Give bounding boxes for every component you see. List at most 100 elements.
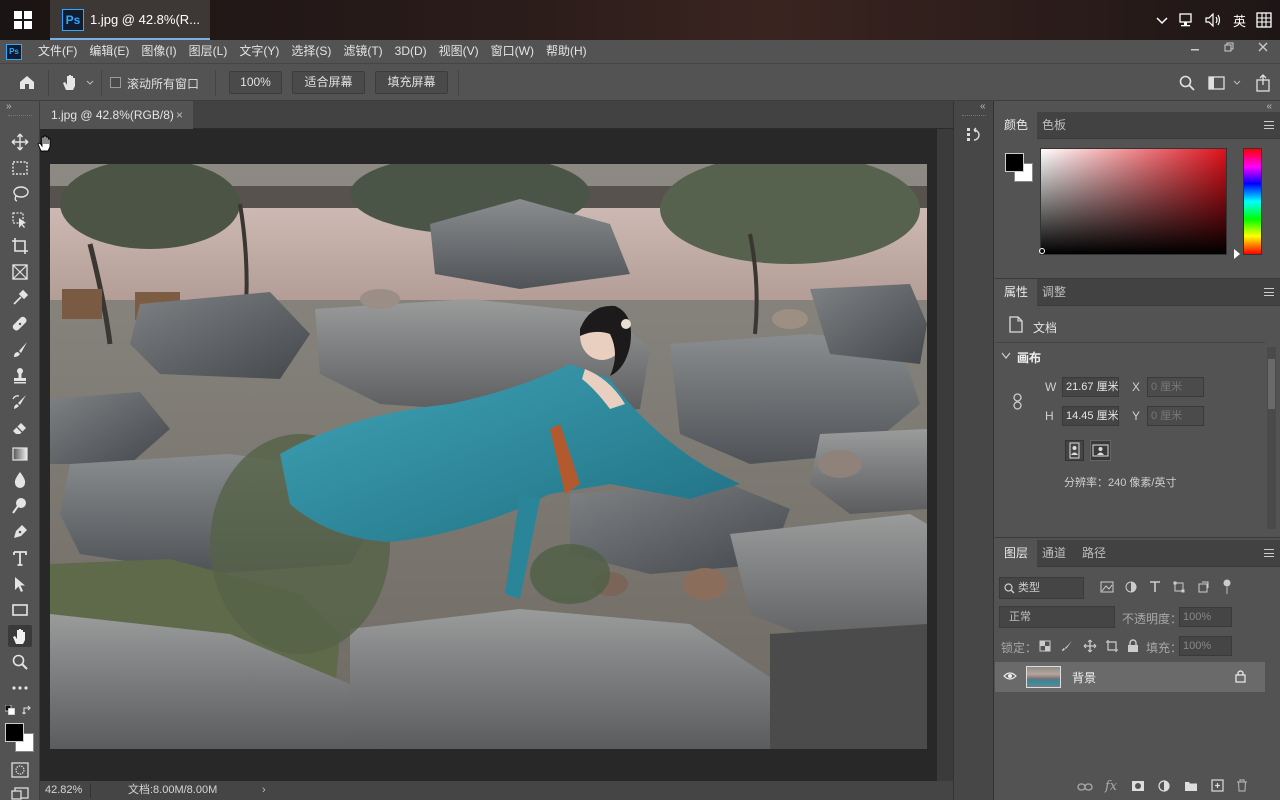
scroll-all-windows-checkbox[interactable] (110, 77, 121, 88)
toolbar-collapse-icon[interactable]: » (6, 101, 12, 112)
type-tool[interactable] (8, 547, 32, 569)
fx-icon[interactable]: fx (1105, 779, 1117, 794)
menu-layer[interactable]: 图层(L) (183, 40, 234, 63)
hue-slider-handle-icon[interactable] (1234, 249, 1242, 259)
pen-tool[interactable] (8, 521, 32, 543)
menu-file[interactable]: 文件(F) (32, 40, 83, 63)
tab-paths[interactable]: 路径 (1073, 540, 1115, 567)
path-select-tool[interactable] (8, 573, 32, 595)
healing-brush-tool[interactable] (8, 313, 32, 335)
swap-colors-icon[interactable] (22, 705, 33, 716)
document-tab[interactable]: 1.jpg @ 42.8%(RGB/8) (40, 101, 193, 129)
mask-icon[interactable] (1131, 780, 1145, 792)
color-foreground-swatch[interactable] (1005, 153, 1024, 172)
eraser-tool[interactable] (8, 417, 32, 439)
chevron-down-icon[interactable] (86, 80, 94, 86)
photoshop-logo-icon[interactable]: Ps (6, 43, 22, 60)
lock-artboard-icon[interactable] (1105, 639, 1119, 653)
eyedropper-tool[interactable] (8, 287, 32, 309)
tab-color[interactable]: 颜色 (995, 112, 1038, 139)
more-tools[interactable] (8, 677, 32, 699)
move-tool[interactable] (8, 131, 32, 153)
lock-pixels-icon[interactable] (1061, 640, 1073, 652)
default-colors-icon[interactable] (5, 705, 15, 715)
taskbar-photoshop-window[interactable]: Ps 1.jpg @ 42.8%(R... (50, 0, 210, 40)
menu-image[interactable]: 图像(I) (135, 40, 182, 63)
properties-panel-menu-icon[interactable] (1264, 288, 1274, 296)
tab-channels[interactable]: 通道 (1033, 540, 1075, 567)
fill-input[interactable]: 100% (1179, 636, 1232, 656)
trash-icon[interactable] (1236, 779, 1248, 792)
zoom-tool[interactable] (8, 651, 32, 673)
strip-grip[interactable] (962, 115, 986, 116)
dodge-tool[interactable] (8, 495, 32, 517)
lock-all-icon[interactable] (1127, 639, 1139, 653)
link-icon[interactable] (1077, 782, 1093, 792)
clone-stamp-tool[interactable] (8, 365, 32, 387)
history-brush-tool[interactable] (8, 391, 32, 413)
chevron-up-icon[interactable] (1155, 13, 1169, 27)
height-input[interactable]: 14.45 厘米 (1062, 406, 1119, 426)
landscape-orientation-button[interactable] (1090, 440, 1111, 461)
hand-tool[interactable] (8, 625, 32, 647)
keyboard-grid-icon[interactable] (1256, 12, 1272, 28)
frame-tool[interactable] (8, 261, 32, 283)
windows-start-icon[interactable] (14, 11, 32, 29)
screen-mode-icon[interactable] (11, 787, 29, 800)
x-input[interactable]: 0 厘米 (1147, 377, 1204, 397)
vertical-scrollbar[interactable] (937, 129, 953, 781)
object-select-tool[interactable] (8, 209, 32, 231)
close-tab-icon[interactable]: × (176, 101, 183, 129)
adjustment-icon[interactable] (1158, 780, 1170, 792)
strip-collapse-icon[interactable]: « (980, 101, 986, 112)
blur-tool[interactable] (8, 469, 32, 491)
filter-type-icon[interactable] (1149, 581, 1161, 593)
fit-screen-button[interactable]: 适合屏幕 (292, 71, 365, 94)
layers-panel-menu-icon[interactable] (1264, 549, 1274, 557)
menu-help[interactable]: 帮助(H) (540, 40, 593, 63)
menu-filter[interactable]: 滤镜(T) (337, 40, 388, 63)
layer-row[interactable]: 背景 (995, 662, 1265, 692)
filter-toggle-icon[interactable] (1223, 579, 1231, 595)
home-icon[interactable] (18, 74, 36, 91)
opacity-input[interactable]: 100% (1179, 607, 1232, 627)
toolbar-grip[interactable] (8, 115, 32, 117)
color-picker-marker[interactable] (1039, 248, 1045, 254)
lock-position-icon[interactable] (1083, 639, 1097, 653)
chevron-down-icon[interactable] (1233, 80, 1241, 86)
rectangle-tool[interactable] (8, 599, 32, 621)
lasso-tool[interactable] (8, 183, 32, 205)
status-menu-chevron-icon[interactable]: › (262, 781, 266, 800)
folder-icon[interactable] (1184, 780, 1198, 792)
filter-pixel-icon[interactable] (1100, 581, 1114, 593)
close-button[interactable] (1246, 40, 1280, 60)
panels-collapse-icon[interactable]: « (1266, 101, 1272, 112)
brush-tool[interactable] (8, 339, 32, 361)
menu-window[interactable]: 窗口(W) (485, 40, 540, 63)
tab-adjustments[interactable]: 调整 (1033, 279, 1075, 306)
y-input[interactable]: 0 厘米 (1147, 406, 1204, 426)
new-layer-icon[interactable] (1211, 779, 1224, 792)
quick-mask-icon[interactable] (11, 762, 29, 778)
hand-tool-preset-icon[interactable] (61, 73, 79, 92)
menu-select[interactable]: 选择(S) (285, 40, 337, 63)
menu-edit[interactable]: 编辑(E) (83, 40, 135, 63)
hue-slider[interactable] (1243, 148, 1262, 255)
search-icon[interactable] (1179, 75, 1195, 91)
lock-transparent-icon[interactable] (1039, 640, 1051, 652)
tab-properties[interactable]: 属性 (995, 279, 1038, 306)
portrait-orientation-button[interactable] (1065, 440, 1084, 461)
filter-adjustment-icon[interactable] (1125, 581, 1137, 593)
filter-smart-object-icon[interactable] (1197, 581, 1209, 593)
filter-shape-icon[interactable] (1173, 581, 1185, 593)
menu-view[interactable]: 视图(V) (433, 40, 485, 63)
fill-screen-button[interactable]: 填充屏幕 (375, 71, 448, 94)
share-icon[interactable] (1255, 74, 1271, 92)
eye-icon[interactable] (1003, 671, 1017, 681)
photo-canvas[interactable] (50, 164, 927, 749)
blend-mode-select[interactable]: 正常 (999, 606, 1115, 628)
network-icon[interactable] (1179, 13, 1195, 27)
color-field[interactable] (1040, 148, 1227, 255)
ime-indicator[interactable]: 英 (1233, 11, 1246, 30)
crop-tool[interactable] (8, 235, 32, 257)
